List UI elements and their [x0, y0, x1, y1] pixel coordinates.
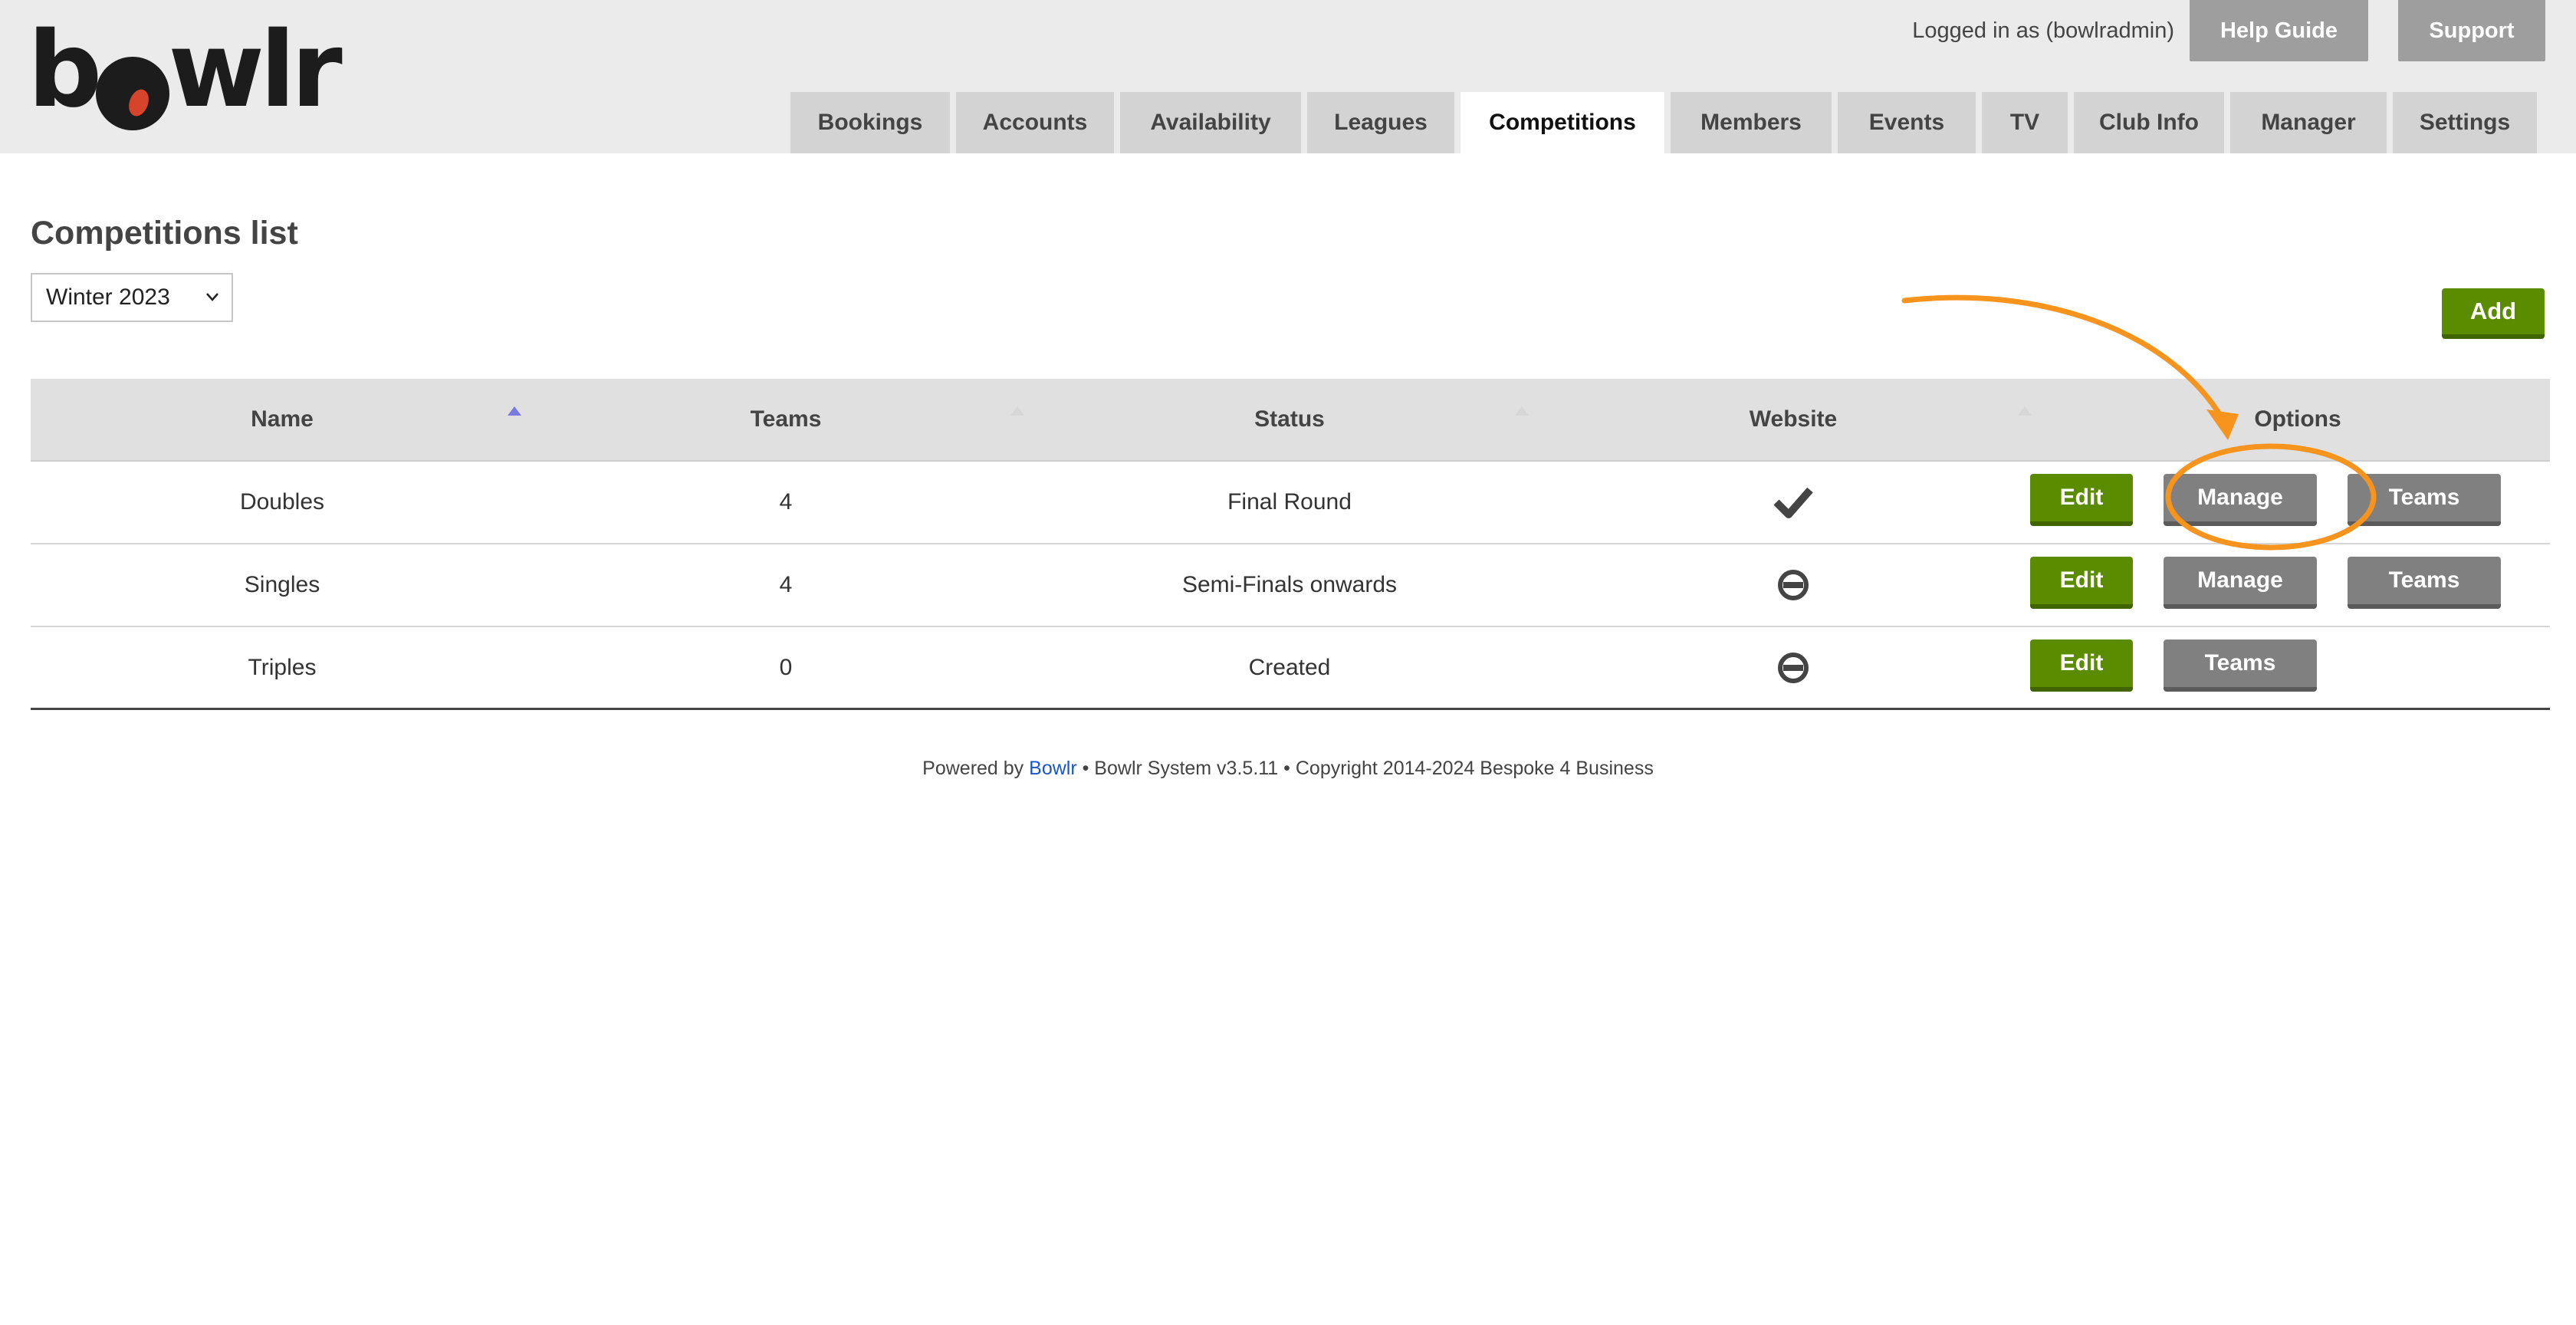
sort-ascending-icon [508, 406, 521, 416]
manage-button[interactable]: Manage [2164, 557, 2317, 609]
column-header-name[interactable]: Name [31, 379, 534, 460]
edit-button[interactable]: Edit [2030, 557, 2133, 609]
cell-teams: 4 [779, 572, 793, 597]
teams-button[interactable]: Teams [2348, 474, 2501, 526]
column-header-website-label: Website [1749, 406, 1838, 432]
help-guide-button[interactable]: Help Guide [2190, 0, 2368, 61]
cell-website [1541, 462, 2045, 543]
tab-settings[interactable]: Settings [2393, 92, 2537, 153]
cell-teams: 0 [779, 654, 793, 680]
cell-name: Triples [248, 654, 317, 680]
tab-bookings[interactable]: Bookings [790, 92, 950, 153]
column-header-status-label: Status [1254, 406, 1325, 432]
manage-button[interactable]: Manage [2164, 474, 2317, 526]
tab-manager[interactable]: Manager [2230, 92, 2387, 153]
teams-button[interactable]: Teams [2164, 639, 2317, 692]
teams-button[interactable]: Teams [2348, 557, 2501, 609]
cell-status: Created [1248, 654, 1331, 680]
edit-button[interactable]: Edit [2030, 639, 2133, 692]
column-header-options: Options [2045, 379, 2550, 460]
tab-availability[interactable]: Availability [1120, 92, 1301, 153]
no-entry-icon [1778, 652, 1809, 683]
cell-teams: 4 [779, 489, 793, 515]
logo-text-end: wlr [168, 10, 342, 131]
cell-website [1541, 627, 2045, 708]
support-button[interactable]: Support [2398, 0, 2545, 61]
cell-name: Doubles [239, 489, 325, 515]
cell-name: Singles [244, 572, 320, 597]
season-select[interactable]: Winter 2023 [31, 273, 233, 322]
edit-button[interactable]: Edit [2030, 474, 2133, 526]
column-header-name-label: Name [251, 406, 314, 432]
app-header: b wlr Logged in as (bowlradmin) Help Gui… [0, 0, 2576, 153]
footer-copyright: • Bowlr System v3.5.11 • Copyright 2014-… [1082, 758, 1654, 779]
main-nav-tabs: Bookings Accounts Availability Leagues C… [790, 92, 2537, 153]
tab-leagues[interactable]: Leagues [1307, 92, 1454, 153]
sort-icon [1515, 406, 1529, 416]
tab-tv[interactable]: TV [1982, 92, 2068, 153]
column-header-website[interactable]: Website [1541, 379, 2045, 460]
chevron-down-icon [206, 293, 219, 301]
column-header-status[interactable]: Status [1038, 379, 1541, 460]
tab-accounts[interactable]: Accounts [956, 92, 1114, 153]
cell-website [1541, 544, 2045, 626]
bowlr-logo[interactable]: b wlr [28, 18, 343, 130]
sort-icon [1010, 406, 1024, 416]
column-header-teams[interactable]: Teams [534, 379, 1038, 460]
cell-status: Semi-Finals onwards [1181, 572, 1398, 597]
cell-status: Final Round [1227, 489, 1352, 515]
footer-prefix: Powered by [922, 758, 1024, 779]
tab-members[interactable]: Members [1671, 92, 1832, 153]
column-header-teams-label: Teams [750, 406, 822, 432]
footer-bowlr-link[interactable]: Bowlr [1029, 758, 1077, 779]
tab-competitions[interactable]: Competitions [1460, 92, 1664, 153]
bowling-ball-icon [96, 57, 170, 130]
logo-text-start: b [28, 10, 102, 131]
column-header-options-label: Options [2254, 406, 2341, 432]
season-select-value: Winter 2023 [46, 284, 170, 310]
check-icon [1773, 487, 1813, 518]
footer: Powered by Bowlr • Bowlr System v3.5.11 … [0, 758, 2576, 780]
logged-in-text: Logged in as (bowlradmin) [1912, 18, 2174, 43]
table-header: Name Teams Status Website Options [31, 379, 2550, 462]
tab-events[interactable]: Events [1838, 92, 1976, 153]
no-entry-icon [1778, 570, 1809, 600]
sort-icon [2018, 406, 2032, 416]
add-competition-button[interactable]: Add [2442, 288, 2545, 339]
tab-club-info[interactable]: Club Info [2074, 92, 2224, 153]
page-title: Competitions list [31, 215, 298, 252]
